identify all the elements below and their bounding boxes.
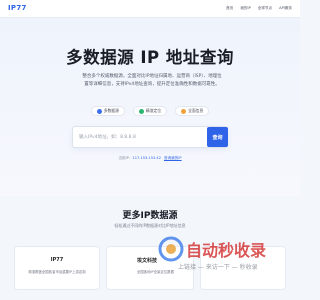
search-button[interactable]: 查询 (207, 127, 228, 147)
current-ip-value[interactable]: 117.153.153.42 (132, 156, 161, 160)
feature-badge-info: 全面信息 (175, 106, 210, 116)
page-title: 多数据源 IP 地址查询 (66, 48, 234, 67)
nav-links: 首页 我的IP 全球节点 API服务 (226, 5, 292, 11)
nav-link-home[interactable]: 首页 (226, 5, 233, 11)
hero-section (0, 0, 300, 196)
nav-link-global-nodes[interactable]: 全球节点 (258, 5, 272, 11)
nav-link-api[interactable]: API服务 (279, 5, 292, 11)
feature-badges: 多数据源 精准定位 全面信息 (0, 106, 300, 116)
sources-title: 更多IP数据源 (122, 211, 178, 221)
sources-subtitle: 轻松通过不同的IP数据源对比IP地址信息 (114, 223, 186, 228)
site-logo[interactable]: IP77 (8, 4, 27, 12)
source-card-ip77[interactable]: IP77 精准覆盖全国各省市及重要IP上游定制 (14, 246, 100, 290)
feature-label: 精准定位 (145, 108, 162, 113)
source-card-desc: 精准覆盖全国各省市及重要IP上游定制 (28, 270, 86, 274)
nav-link-my-ip[interactable]: 我的IP (240, 5, 250, 11)
current-ip-line: 当前IP：117.153.153.42 查询我的IP (0, 156, 300, 161)
feature-label: 多数据源 (103, 108, 119, 113)
watermark: 自动秒收录 上链接 — 来访一下 — 秒收录 (158, 236, 298, 276)
top-nav: IP77 首页 我的IP 全球节点 API服务 (0, 0, 300, 18)
page: IP77 首页 我的IP 全球节点 API服务 多数据源 IP 地址查询 整合多… (0, 0, 300, 300)
source-card-name: IP77 (50, 257, 64, 263)
ip-search-input[interactable] (73, 127, 208, 147)
watermark-subtitle: 上链接 — 来访一下 — 秒收录 (178, 264, 258, 271)
feature-label: 全面信息 (188, 108, 204, 113)
current-ip-label: 当前IP： (118, 156, 133, 160)
database-icon (96, 108, 102, 114)
location-icon (138, 108, 144, 114)
query-my-ip-link[interactable]: 查询我的IP (164, 156, 182, 160)
watermark-logo-icon (158, 236, 184, 262)
info-icon (181, 108, 187, 114)
feature-badge-location: 精准定位 (132, 106, 168, 116)
hero-description: 整合多个权威数据源，全面对比IP地址归属地、运营商（ISP）、地理位置等详细信息… (82, 74, 222, 87)
search-box: 查询 (72, 126, 228, 148)
feature-badge-sources: 多数据源 (90, 106, 125, 116)
watermark-title: 自动秒收录 (186, 241, 267, 260)
